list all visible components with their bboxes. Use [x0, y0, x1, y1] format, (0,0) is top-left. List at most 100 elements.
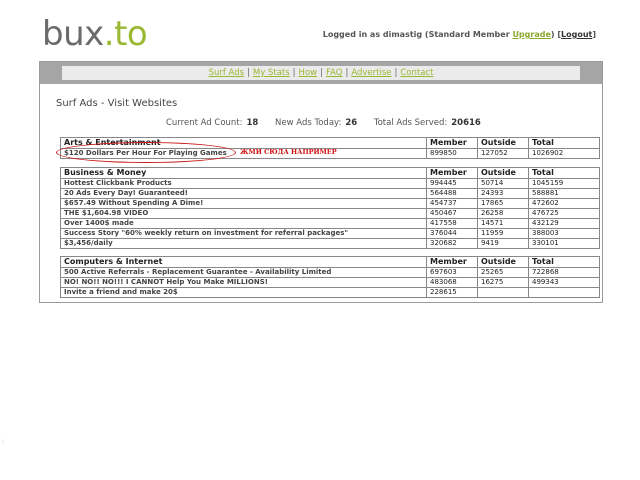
member-count: 697603	[426, 267, 478, 278]
total-count: 722868	[528, 267, 600, 278]
page-title: Surf Ads - Visit Websites	[56, 98, 178, 109]
outside-count: 50714	[477, 178, 529, 189]
total-count: 432129	[528, 218, 600, 229]
total-header: Total	[528, 137, 600, 149]
outside-count	[477, 287, 529, 298]
ad-link[interactable]: 500 Active Referrals - Replacement Guara…	[60, 267, 427, 278]
outside-count: 9419	[477, 238, 529, 249]
table-row: Hottest Clickbank Products 994445 50714 …	[60, 178, 600, 189]
logged-in-text: Logged in as dimastig (Standard Member	[322, 30, 513, 39]
total-count: 388003	[528, 228, 600, 239]
ad-link[interactable]: Hottest Clickbank Products	[60, 178, 427, 189]
total-ads-value: 20616	[451, 118, 481, 128]
member-count: 454737	[426, 198, 478, 209]
outside-header: Outside	[477, 167, 529, 179]
category-table-business: Business & Money Member Outside Total Ho…	[60, 167, 600, 249]
total-count: 476725	[528, 208, 600, 219]
logo-text-to: .to	[103, 14, 148, 54]
nav-faq[interactable]: FAQ	[326, 68, 342, 78]
member-count: 994445	[426, 178, 478, 189]
current-ad-label: Current Ad Count:	[166, 118, 243, 128]
new-ads-label: New Ads Today:	[275, 118, 342, 128]
new-ads-value: 26	[345, 118, 358, 128]
total-count: 330101	[528, 238, 600, 249]
main-nav: Surf Ads | My Stats | How | FAQ | Advertise | Cont…	[62, 66, 580, 80]
member-header: Member	[426, 167, 478, 179]
table-row: $3,456/daily 320682 9419 330101	[60, 238, 600, 249]
ad-link[interactable]: $3,456/daily	[60, 238, 427, 249]
nav-how[interactable]: How	[299, 68, 318, 78]
total-ads-label: Total Ads Served:	[373, 118, 448, 128]
member-header: Member	[426, 137, 478, 149]
member-count: 483068	[426, 277, 478, 288]
total-count: 1026902	[528, 148, 600, 159]
table-row: 500 Active Referrals - Replacement Guara…	[60, 267, 600, 278]
category-table-computers: Computers & Internet Member Outside Tota…	[60, 256, 600, 298]
upgrade-link[interactable]: Upgrade	[512, 30, 550, 39]
content-frame: Surf Ads | My Stats | How | FAQ | Advertise | Cont…	[39, 61, 603, 303]
table-row: Success Story "60% weekly return on inve…	[60, 228, 600, 239]
member-count: 450467	[426, 208, 478, 219]
ad-link[interactable]: Invite a friend and make 20$	[60, 287, 427, 298]
member-header: Member	[426, 256, 478, 268]
category-header-row: Business & Money Member Outside Total	[60, 167, 600, 179]
total-count: 1045159	[528, 178, 600, 189]
table-row: Over 1400$ made 417558 14571 432129	[60, 218, 600, 229]
nav-advertise[interactable]: Advertise	[351, 68, 391, 78]
nav-band: Surf Ads | My Stats | How | FAQ | Advertise | Cont…	[40, 62, 602, 84]
nav-separator: |	[345, 68, 349, 78]
ad-link[interactable]: NO! NO!! NO!!! I CANNOT Help You Make MI…	[60, 277, 427, 288]
total-count	[528, 287, 600, 298]
table-row: THE $1,604.98 VIDEO 450467 26258 476725	[60, 208, 600, 219]
category-name: Business & Money	[60, 167, 427, 179]
member-count: 228615	[426, 287, 478, 298]
user-status: Logged in as dimastig (Standard Member U…	[323, 30, 596, 39]
outside-count: 25265	[477, 267, 529, 278]
nav-my-stats[interactable]: My Stats	[253, 68, 290, 78]
nav-separator: |	[292, 68, 296, 78]
logo-text-bux: bux	[42, 14, 104, 54]
member-count: 417558	[426, 218, 478, 229]
ad-link[interactable]: 20 Ads Every Day! Guaranteed!	[60, 188, 427, 199]
annotation-text: ЖМИ СЮДА НАПРИМЕР	[240, 148, 337, 156]
table-row: $657.49 Without Spending A Dime! 454737 …	[60, 198, 600, 209]
highlight-ellipse	[56, 142, 236, 163]
member-count: 899850	[426, 148, 478, 159]
nav-contact[interactable]: Contact	[400, 68, 433, 78]
total-header: Total	[528, 167, 600, 179]
outside-count: 26258	[477, 208, 529, 219]
outside-count: 17865	[477, 198, 529, 209]
member-count: 376044	[426, 228, 478, 239]
category-name: Computers & Internet	[60, 256, 427, 268]
nav-separator: |	[320, 68, 323, 78]
outside-count: 14571	[477, 218, 529, 229]
ad-link[interactable]: Success Story "60% weekly return on inve…	[60, 228, 427, 239]
total-count: 472602	[528, 198, 600, 209]
total-count: 588881	[528, 188, 600, 199]
logout-link[interactable]: Logout	[561, 30, 592, 39]
table-row: NO! NO!! NO!!! I CANNOT Help You Make MI…	[60, 277, 600, 288]
total-header: Total	[528, 256, 600, 268]
corner-mark: :	[2, 438, 5, 445]
userbar-middle: ) [	[550, 30, 561, 39]
nav-surf-ads[interactable]: Surf Ads	[209, 68, 244, 78]
table-row: Invite a friend and make 20$ 228615	[60, 287, 600, 298]
total-count: 499343	[528, 277, 600, 288]
member-count: 564488	[426, 188, 478, 199]
outside-count: 127052	[477, 148, 529, 159]
category-header-row: Computers & Internet Member Outside Tota…	[60, 256, 600, 268]
ad-link[interactable]: $657.49 Without Spending A Dime!	[60, 198, 427, 209]
ad-counts: Current Ad Count: 18 New Ads Today: 26 Tot…	[166, 118, 495, 128]
outside-header: Outside	[477, 137, 529, 149]
outside-header: Outside	[477, 256, 529, 268]
outside-count: 16275	[477, 277, 529, 288]
member-count: 320682	[426, 238, 478, 249]
userbar-suffix: ]	[592, 30, 596, 39]
current-ad-value: 18	[246, 118, 259, 128]
ad-link[interactable]: Over 1400$ made	[60, 218, 427, 229]
site-logo[interactable]: bux.to	[42, 14, 148, 54]
outside-count: 11959	[477, 228, 529, 239]
ad-link[interactable]: THE $1,604.98 VIDEO	[60, 208, 427, 219]
outside-count: 24393	[477, 188, 529, 199]
nav-separator: |	[247, 68, 250, 78]
